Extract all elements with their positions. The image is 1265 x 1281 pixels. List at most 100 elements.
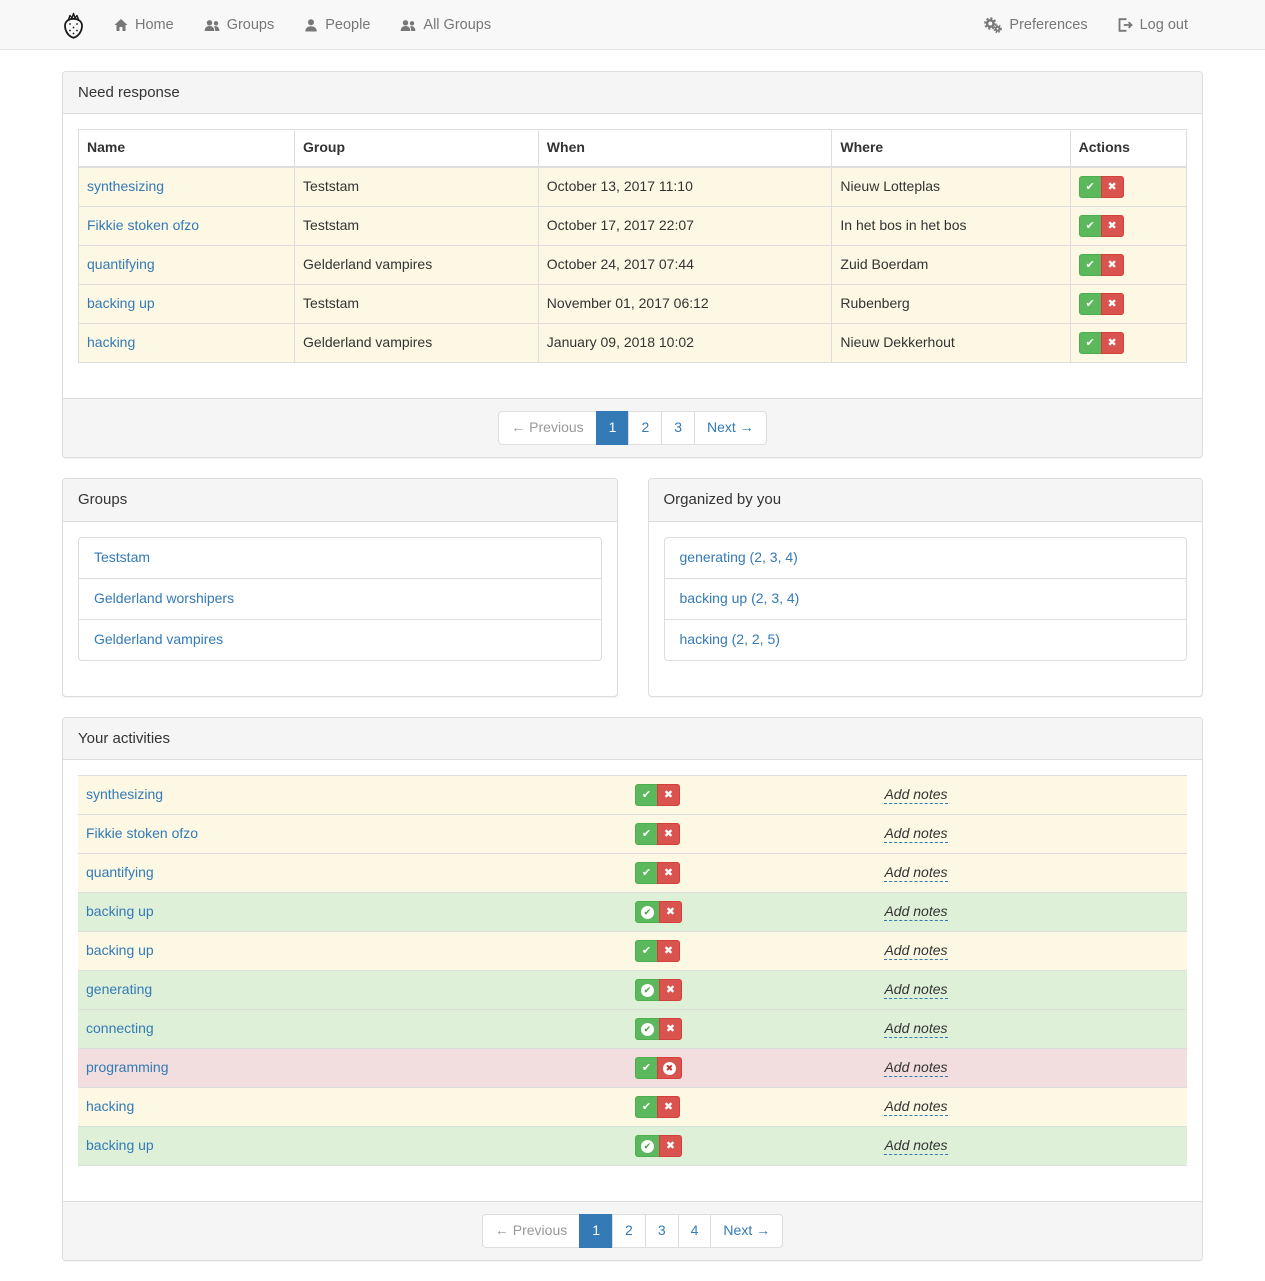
activity-link[interactable]: backing up bbox=[86, 903, 154, 919]
nav-all-groups[interactable]: All Groups bbox=[385, 0, 506, 50]
your-activities-title: Your activities bbox=[63, 718, 1202, 760]
attend-yes-button[interactable]: ✔ bbox=[635, 1135, 660, 1157]
attend-yes-button[interactable]: ✔ bbox=[1079, 176, 1102, 198]
attend-no-button[interactable]: ✖ bbox=[657, 862, 680, 884]
organized-activity-link[interactable]: generating (2, 3, 4) bbox=[665, 538, 1187, 578]
group-link[interactable]: Gelderland vampires bbox=[79, 620, 601, 660]
attend-yes-button[interactable]: ✔ bbox=[1079, 332, 1102, 354]
attend-yes-button[interactable]: ✔ bbox=[635, 979, 660, 1001]
activities-pagination-previous[interactable]: ← Previous bbox=[482, 1214, 580, 1248]
add-notes-link[interactable]: Add notes bbox=[884, 1098, 947, 1116]
attend-yes-button[interactable]: ✔ bbox=[635, 784, 658, 806]
attend-yes-button[interactable]: ✔ bbox=[635, 1096, 658, 1118]
attendance-button-group: ✔✖ bbox=[1079, 254, 1124, 276]
attend-yes-button[interactable]: ✔ bbox=[1079, 254, 1102, 276]
strawberry-icon bbox=[62, 12, 85, 39]
cross-icon: ✖ bbox=[666, 985, 675, 996]
activity-link[interactable]: quantifying bbox=[87, 256, 155, 272]
attend-no-button[interactable]: ✖ bbox=[657, 823, 680, 845]
nav-logout[interactable]: Log out bbox=[1103, 0, 1203, 50]
add-notes-link[interactable]: Add notes bbox=[884, 942, 947, 960]
add-notes-link[interactable]: Add notes bbox=[884, 864, 947, 882]
activities-pagination-page-3[interactable]: 3 bbox=[645, 1214, 679, 1248]
attend-no-button[interactable]: ✖ bbox=[659, 1135, 682, 1157]
add-notes-link[interactable]: Add notes bbox=[884, 1137, 947, 1155]
activity-link[interactable]: hacking bbox=[86, 1098, 134, 1114]
activity-link[interactable]: generating bbox=[86, 981, 152, 997]
activity-link[interactable]: programming bbox=[86, 1059, 168, 1075]
attend-no-button[interactable]: ✖ bbox=[659, 979, 682, 1001]
attend-no-button[interactable]: ✖ bbox=[1101, 293, 1124, 315]
activity-row: backing up ✔✖ Add notes bbox=[78, 932, 1187, 971]
attend-no-button[interactable]: ✖ bbox=[1101, 215, 1124, 237]
user-icon bbox=[304, 18, 318, 32]
attendance-button-group: ✔✖ bbox=[635, 901, 682, 923]
add-notes-link[interactable]: Add notes bbox=[884, 1059, 947, 1077]
attendance-button-group: ✔✖ bbox=[1079, 332, 1124, 354]
column-header-name: Name bbox=[79, 130, 295, 167]
attend-yes-button[interactable]: ✔ bbox=[635, 901, 660, 923]
need-response-pagination-previous[interactable]: ← Previous bbox=[498, 411, 596, 445]
when-cell: January 09, 2018 10:02 bbox=[538, 324, 832, 363]
activity-link[interactable]: backing up bbox=[86, 942, 154, 958]
attend-yes-button[interactable]: ✔ bbox=[635, 1057, 658, 1079]
attend-yes-button[interactable]: ✔ bbox=[635, 1018, 660, 1040]
add-notes-link[interactable]: Add notes bbox=[884, 903, 947, 921]
need-response-pagination-page-2[interactable]: 2 bbox=[628, 411, 662, 445]
nav-preferences[interactable]: Preferences bbox=[969, 0, 1102, 50]
group-link[interactable]: Gelderland worshipers bbox=[79, 579, 601, 619]
check-icon: ✔ bbox=[1086, 338, 1095, 349]
attend-yes-button[interactable]: ✔ bbox=[635, 862, 658, 884]
where-cell: Nieuw Lotteplas bbox=[832, 167, 1070, 207]
add-notes-link[interactable]: Add notes bbox=[884, 1020, 947, 1038]
organized-activity-link[interactable]: hacking (2, 2, 5) bbox=[665, 620, 1187, 660]
group-cell: Teststam bbox=[295, 285, 539, 324]
attend-no-button[interactable]: ✖ bbox=[1101, 332, 1124, 354]
attend-no-button[interactable]: ✖ bbox=[659, 1018, 682, 1040]
attend-yes-button[interactable]: ✔ bbox=[635, 823, 658, 845]
nav-people[interactable]: People bbox=[289, 0, 385, 50]
activity-link[interactable]: quantifying bbox=[86, 864, 154, 880]
attend-no-button[interactable]: ✖ bbox=[1101, 176, 1124, 198]
attend-yes-button[interactable]: ✔ bbox=[1079, 293, 1102, 315]
activity-link[interactable]: synthesizing bbox=[86, 786, 163, 802]
add-notes-link[interactable]: Add notes bbox=[884, 825, 947, 843]
activity-link[interactable]: Fikkie stoken ofzo bbox=[87, 217, 199, 233]
attend-no-button[interactable]: ✖ bbox=[1101, 254, 1124, 276]
add-notes-link[interactable]: Add notes bbox=[884, 981, 947, 999]
activity-row: quantifying ✔✖ Add notes bbox=[78, 854, 1187, 893]
need-response-pagination-page-1[interactable]: 1 bbox=[596, 411, 630, 445]
gears-icon bbox=[984, 17, 1002, 33]
nav-groups[interactable]: Groups bbox=[189, 0, 290, 50]
attend-yes-button[interactable]: ✔ bbox=[1079, 215, 1102, 237]
activity-link[interactable]: hacking bbox=[87, 334, 135, 350]
group-link[interactable]: Teststam bbox=[79, 538, 601, 578]
activity-link[interactable]: backing up bbox=[86, 1137, 154, 1153]
activities-pagination-page-2[interactable]: 2 bbox=[612, 1214, 646, 1248]
activity-link[interactable]: backing up bbox=[87, 295, 155, 311]
need-response-panel: Need response Name Group When Where Acti… bbox=[62, 71, 1203, 458]
attend-yes-button[interactable]: ✔ bbox=[635, 940, 658, 962]
list-item: backing up (2, 3, 4) bbox=[664, 578, 1188, 620]
attend-no-button[interactable]: ✖ bbox=[657, 1096, 680, 1118]
sign-out-icon bbox=[1118, 18, 1133, 32]
attend-no-button[interactable]: ✖ bbox=[657, 1057, 682, 1079]
nav-home[interactable]: Home bbox=[99, 0, 189, 50]
add-notes-link[interactable]: Add notes bbox=[884, 786, 947, 804]
attend-no-button[interactable]: ✖ bbox=[657, 940, 680, 962]
organized-activity-link[interactable]: backing up (2, 3, 4) bbox=[665, 579, 1187, 619]
attend-no-button[interactable]: ✖ bbox=[657, 784, 680, 806]
activities-pagination-page-4[interactable]: 4 bbox=[678, 1214, 712, 1248]
attend-no-button[interactable]: ✖ bbox=[659, 901, 682, 923]
check-icon: ✔ bbox=[1086, 260, 1095, 271]
activity-link[interactable]: synthesizing bbox=[87, 178, 164, 194]
activity-link[interactable]: connecting bbox=[86, 1020, 154, 1036]
need-response-pagination-next[interactable]: Next → bbox=[694, 411, 767, 445]
need-response-row: quantifyingGelderland vampiresOctober 24… bbox=[79, 246, 1187, 285]
activities-pagination-page-1[interactable]: 1 bbox=[579, 1214, 613, 1248]
activities-pagination-next[interactable]: Next → bbox=[710, 1214, 783, 1248]
need-response-pagination-page-3[interactable]: 3 bbox=[661, 411, 695, 445]
need-response-row: synthesizingTeststamOctober 13, 2017 11:… bbox=[79, 167, 1187, 207]
activity-link[interactable]: Fikkie stoken ofzo bbox=[86, 825, 198, 841]
brand-logo[interactable] bbox=[62, 0, 99, 50]
